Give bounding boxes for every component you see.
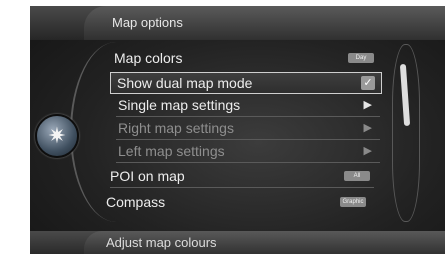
footer-bar: Adjust map colours: [30, 231, 445, 254]
menu-item-label: Left map settings: [118, 143, 225, 159]
map-colors-value: Day: [348, 53, 374, 63]
menu-item-right-map-settings[interactable]: Right map settings ▶: [110, 118, 380, 140]
compass-value: Graphic: [340, 197, 366, 207]
menu-item-map-colors[interactable]: Map colors Day: [108, 48, 378, 70]
divider: [110, 187, 374, 188]
chevron-right-icon: ▶: [363, 122, 372, 134]
menu-item-single-map-settings[interactable]: Single map settings ▶: [110, 95, 380, 117]
menu-item-label: Right map settings: [118, 120, 234, 136]
menu-item-compass[interactable]: Compass Graphic: [100, 192, 370, 214]
divider: [116, 162, 380, 163]
menu-item-left-map-settings[interactable]: Left map settings ▶: [110, 141, 380, 163]
compass-rose-icon: ✷: [47, 123, 67, 148]
chevron-right-icon: ▶: [363, 99, 372, 111]
menu-item-label: Single map settings: [118, 97, 241, 113]
help-text: Adjust map colours: [106, 235, 217, 250]
menu-item-label: Map colors: [114, 50, 183, 66]
header-bar: Map options: [30, 6, 445, 40]
divider: [116, 116, 380, 117]
page-title: Map options: [112, 15, 183, 30]
infotainment-screen: Map options ✷ Map colors Day Show dual m…: [30, 6, 445, 254]
checkbox-checked-icon[interactable]: ✓: [361, 76, 375, 90]
menu-item-label: Compass: [106, 194, 166, 210]
menu-item-show-dual-map-mode[interactable]: Show dual map mode ✓: [110, 72, 382, 94]
menu-item-label: POI on map: [110, 168, 185, 184]
chevron-right-icon: ▶: [363, 145, 372, 157]
poi-value: All: [344, 171, 370, 181]
menu-item-poi-on-map[interactable]: POI on map All: [104, 166, 374, 188]
compass-knob[interactable]: ✷: [35, 114, 79, 158]
divider: [116, 139, 380, 140]
menu-item-label: Show dual map mode: [117, 75, 253, 91]
